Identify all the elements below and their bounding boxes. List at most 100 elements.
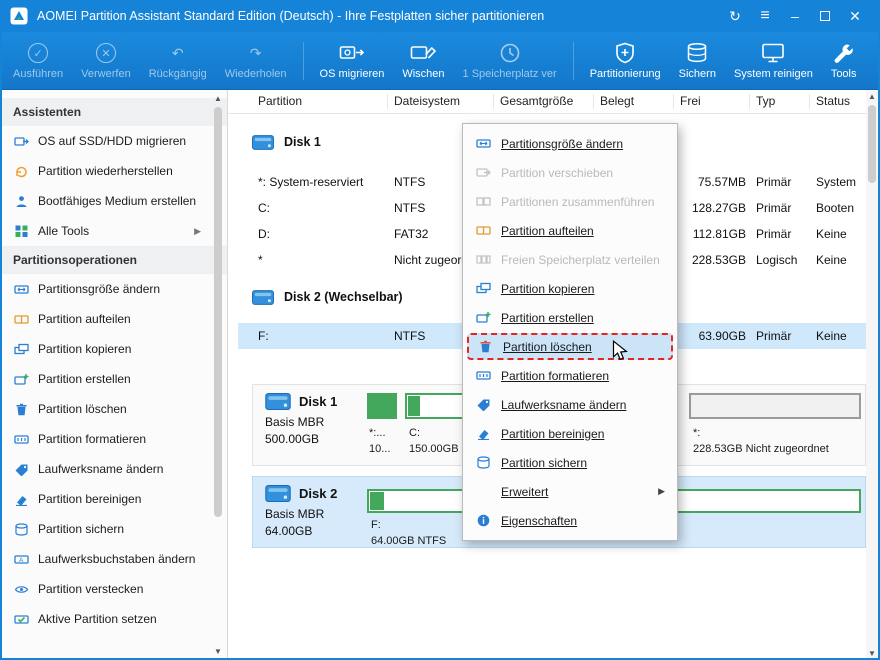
disk1-name: Disk 1 — [299, 394, 338, 409]
disk2-group-row[interactable]: Disk 2 (Wechselbar) — [252, 281, 403, 313]
column-filesystem[interactable]: Dateisystem — [388, 94, 494, 109]
hamburger-menu-icon[interactable]: ≡ — [750, 0, 780, 32]
move-partition-icon — [475, 166, 491, 179]
menu-item-label: Partition formatieren — [501, 368, 610, 383]
toolbar-backup-button[interactable]: Sichern — [670, 32, 725, 89]
wrench-icon — [832, 41, 856, 65]
menu-item-move-partition: Partition verschieben — [465, 158, 675, 187]
drive-label-icon — [13, 463, 29, 476]
sidebar-item-restore-partition[interactable]: Partition wiederherstellen — [0, 156, 227, 186]
column-total-size[interactable]: Gesamtgröße — [494, 94, 594, 109]
disk2-group-label: Disk 2 (Wechselbar) — [284, 290, 403, 304]
sidebar-item-resize-partition[interactable]: Partitionsgröße ändern — [0, 274, 227, 304]
cell-status: Keine — [816, 253, 847, 267]
sidebar-item-change-label[interactable]: Laufwerksname ändern — [0, 454, 227, 484]
sidebar-item-format-partition[interactable]: Partition formatieren — [0, 424, 227, 454]
column-type[interactable]: Typ — [750, 94, 810, 109]
main-scrollbar[interactable]: ▲ ▼ — [866, 90, 878, 660]
disk1-group-row[interactable]: Disk 1 — [252, 126, 321, 158]
apply-icon: ✓ — [28, 43, 49, 63]
toolbar-undo-button[interactable]: ↶ Rückgängig — [140, 32, 216, 89]
scroll-down-icon[interactable]: ▼ — [866, 647, 878, 660]
cell-type: Primär — [756, 329, 792, 343]
toolbar-allocate-space-button[interactable]: 1 Speicherplatz ver — [454, 32, 566, 89]
cell-partition: D: — [258, 227, 270, 241]
sidebar-item-hide-partition[interactable]: Partition verstecken — [0, 574, 227, 604]
cell-status: Booten — [816, 201, 855, 215]
close-button[interactable]: ✕ — [840, 0, 870, 32]
menu-item-copy-partition[interactable]: Partition kopieren — [465, 274, 675, 303]
sidebar-item-delete-partition[interactable]: Partition löschen — [0, 394, 227, 424]
sidebar-item-bootable-media[interactable]: Bootfähiges Medium erstellen — [0, 186, 227, 216]
menu-item-wipe-partition[interactable]: Partition bereinigen — [465, 419, 675, 448]
column-free[interactable]: Frei — [674, 94, 750, 109]
partition-bar-system-reserved[interactable] — [367, 393, 397, 419]
sidebar-item-wipe-partition[interactable]: Partition bereinigen — [0, 484, 227, 514]
sidebar-item-label: Alle Tools — [38, 224, 90, 238]
partition-label: C: — [409, 427, 420, 439]
toolbar-tools-button[interactable]: Tools — [822, 32, 866, 89]
menu-item-properties[interactable]: Eigenschaften — [465, 506, 675, 535]
redo-icon: ↷ — [249, 44, 262, 61]
scroll-down-icon[interactable]: ▼ — [212, 645, 224, 658]
sidebar-item-all-tools[interactable]: Alle Tools ▶ — [0, 216, 227, 246]
menu-item-split-partition[interactable]: Partition aufteilen — [465, 216, 675, 245]
menu-item-delete-partition[interactable]: Partition löschen — [467, 333, 673, 360]
create-partition-icon — [475, 311, 491, 324]
partition-bar-unallocated[interactable] — [689, 393, 861, 419]
menu-item-label: Partition verschieben — [501, 165, 614, 180]
refresh-icon[interactable]: ↻ — [720, 0, 750, 32]
menu-item-create-partition[interactable]: Partition erstellen — [465, 303, 675, 332]
sidebar-item-split-partition[interactable]: Partition aufteilen — [0, 304, 227, 334]
scrollbar-thumb[interactable] — [214, 107, 222, 517]
sidebar-item-label: Laufwerksname ändern — [38, 462, 164, 476]
disk2-info: Disk 2 Basis MBR 64.00GB — [265, 485, 337, 538]
toolbar-wipe-button[interactable]: Wischen — [393, 32, 453, 89]
cell-free: 75.57MB — [697, 175, 746, 189]
menu-item-backup-partition[interactable]: Partition sichern — [465, 448, 675, 477]
toolbar-clean-system-button[interactable]: System reinigen — [725, 32, 822, 89]
sidebar-item-label: Partition sichern — [38, 522, 125, 536]
column-partition[interactable]: Partition — [252, 94, 388, 109]
minimize-button[interactable]: – — [780, 0, 810, 32]
toolbar-apply-button[interactable]: ✓ Ausführen — [4, 32, 72, 89]
scroll-up-icon[interactable]: ▲ — [212, 92, 224, 105]
scrollbar-thumb[interactable] — [868, 105, 876, 183]
sidebar-scrollbar[interactable]: ▲ ▼ — [212, 92, 224, 658]
sidebar-item-set-active-partition[interactable]: Aktive Partition setzen — [0, 604, 227, 634]
sidebar: Assistenten OS auf SSD/HDD migrieren Par… — [0, 90, 228, 660]
app-logo-icon — [10, 7, 28, 25]
toolbar-discard-button[interactable]: ✕ Verwerfen — [72, 32, 140, 89]
drive-label-icon — [475, 398, 491, 411]
sidebar-item-copy-partition[interactable]: Partition kopieren — [0, 334, 227, 364]
sidebar-item-migrate-os[interactable]: OS auf SSD/HDD migrieren — [0, 126, 227, 156]
cell-partition: C: — [258, 201, 270, 215]
toolbar-wipe-label: Wischen — [402, 68, 445, 80]
section-title: Partitionsoperationen — [13, 253, 138, 267]
scroll-up-icon[interactable]: ▲ — [866, 90, 878, 103]
menu-item-change-label[interactable]: Laufwerksname ändern — [465, 390, 675, 419]
hide-partition-icon — [13, 583, 29, 596]
undo-icon: ↶ — [171, 44, 184, 61]
menu-item-advanced[interactable]: Erweitert ▶ — [465, 477, 675, 506]
partition-size-label: 10... — [369, 443, 391, 455]
sidebar-item-label: Partition wiederherstellen — [38, 164, 173, 178]
toolbar-migrate-os-button[interactable]: OS migrieren — [311, 32, 394, 89]
maximize-button[interactable] — [810, 0, 840, 32]
disk1-info: Disk 1 Basis MBR 500.00GB — [265, 393, 337, 446]
menu-item-resize-partition[interactable]: Partitionsgröße ändern — [465, 129, 675, 158]
sidebar-item-backup-partition[interactable]: Partition sichern — [0, 514, 227, 544]
column-used[interactable]: Belegt — [594, 94, 674, 109]
column-status[interactable]: Status — [810, 94, 866, 109]
menu-item-format-partition[interactable]: Partition formatieren — [465, 361, 675, 390]
sidebar-item-label: Partition aufteilen — [38, 312, 131, 326]
disk1-size: 500.00GB — [265, 432, 320, 446]
toolbar-redo-button[interactable]: ↷ Wiederholen — [216, 32, 296, 89]
sidebar-item-create-partition[interactable]: Partition erstellen — [0, 364, 227, 394]
cell-free: 112.81GB — [692, 227, 746, 241]
sidebar-item-change-drive-letter[interactable]: A Laufwerksbuchstaben ändern — [0, 544, 227, 574]
wipe-partition-icon — [475, 427, 491, 440]
menu-item-label: Partitionsgröße ändern — [501, 136, 624, 151]
format-partition-icon — [475, 369, 491, 382]
toolbar-partitioning-button[interactable]: Partitionierung — [581, 32, 670, 89]
